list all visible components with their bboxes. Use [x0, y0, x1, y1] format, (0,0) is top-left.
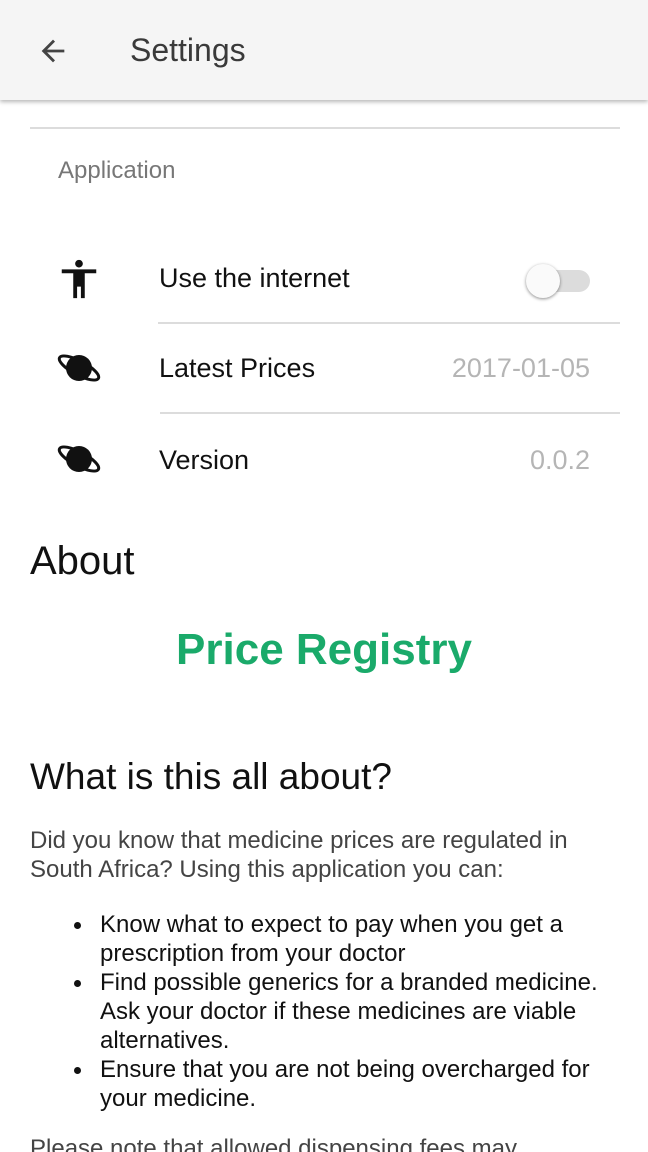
- use-internet-toggle[interactable]: [524, 262, 592, 298]
- arrow-left-icon: [41, 39, 65, 63]
- setting-row-version[interactable]: Version 0.0.2: [0, 414, 648, 504]
- latest-prices-value: 2017-01-05: [451, 353, 590, 383]
- planet-icon: [54, 434, 104, 484]
- what-heading: What is this all about?: [30, 756, 392, 797]
- app-bar: Settings: [0, 0, 648, 100]
- toggle-thumb: [526, 264, 560, 298]
- setting-label: Latest Prices: [159, 353, 316, 383]
- brand-title: Price Registry: [176, 625, 472, 674]
- list-item: Know what to expect to pay when you get …: [74, 910, 620, 968]
- setting-label: Use the internet: [159, 263, 350, 293]
- divider: [30, 127, 620, 129]
- feature-list: Know what to expect to pay when you get …: [74, 910, 620, 1113]
- back-button[interactable]: [30, 28, 76, 74]
- accessibility-icon: [54, 254, 104, 304]
- list-item: Ensure that you are not being overcharge…: [74, 1055, 620, 1113]
- intro-paragraph: Did you know that medicine prices are re…: [30, 827, 568, 883]
- version-value: 0.0.2: [529, 445, 590, 475]
- page-title: Settings: [130, 32, 246, 68]
- setting-row-latest-prices[interactable]: Latest Prices 2017-01-05: [0, 324, 648, 414]
- setting-label: Version: [159, 445, 250, 475]
- about-heading: About: [30, 539, 135, 583]
- section-header-application: Application: [58, 157, 176, 184]
- planet-icon: [54, 343, 104, 393]
- note-paragraph: Please note that allowed dispensing fees…: [30, 1135, 517, 1152]
- settings-content[interactable]: Application Use the internet Latest Pric…: [0, 100, 648, 1152]
- setting-row-use-internet[interactable]: Use the internet: [0, 232, 648, 322]
- list-item: Find possible generics for a branded med…: [74, 968, 620, 1055]
